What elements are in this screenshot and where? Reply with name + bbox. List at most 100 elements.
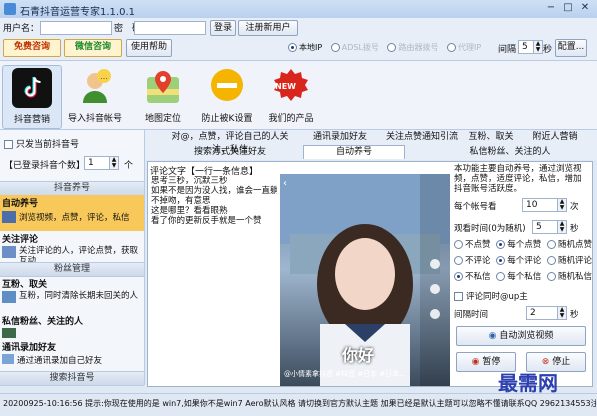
radio-no-comment[interactable]: 不评论 bbox=[454, 256, 491, 266]
section-header-search[interactable]: 搜索抖音号 bbox=[0, 371, 144, 386]
comment-line: 不掉吻，有意思 bbox=[151, 196, 211, 206]
sidebar-item-follow-comment[interactable]: 关注评论 关注评论的人，评论点赞，获取互动 bbox=[0, 231, 144, 266]
feature-import-accounts[interactable]: … 导入抖音帐号 bbox=[66, 65, 124, 127]
username-label: 用户名： bbox=[3, 24, 40, 34]
login-button[interactable]: 登录 bbox=[210, 20, 236, 36]
play-icon: ◉ bbox=[488, 331, 497, 341]
checkbox-label: 评论同时@up主 bbox=[466, 292, 528, 302]
comment-textarea[interactable]: 思考三秒，沉默三秒 如果不是因为没人找，谁会一直躺着 不掉吻，有意思 这是哪里？… bbox=[150, 175, 278, 267]
auto-browse-label: 自动浏览视频 bbox=[499, 331, 554, 341]
feature-douyin-marketing[interactable]: 抖音营销 bbox=[2, 65, 62, 129]
feature-label: 抖音营销 bbox=[13, 115, 50, 125]
status-bar: 20200925-10:16:56 提示:你现在使用的是 win7,如果你不是w… bbox=[0, 393, 597, 416]
comment-line: 思考三秒，沉默三秒 bbox=[151, 176, 228, 186]
interval-time-label: 间隔时间 bbox=[454, 310, 489, 320]
sidebar-item-title: 通讯录加好友 bbox=[2, 343, 57, 353]
watch-time-spinner[interactable]: 5 ▲ ▼ bbox=[532, 220, 567, 234]
settings-desc: 本功能主要自动养号，通过浏览视频，点赞，适度评论，私信，增加抖音账号活跃度。 bbox=[454, 164, 582, 194]
tab-contacts[interactable]: 通讯录加好友 bbox=[310, 131, 370, 144]
spin-arrows-icon[interactable]: ▲ ▼ bbox=[557, 221, 566, 233]
comment-icon bbox=[2, 246, 16, 258]
help-button[interactable]: 使用帮助 bbox=[126, 39, 172, 57]
sidebar-item-mutual-follow[interactable]: 互粉、取关 互粉，同时清除长期未回关的人 bbox=[0, 276, 144, 312]
comment-line: 这是哪里？看看眼熟 bbox=[151, 206, 228, 216]
tab-at-like-comment[interactable]: 对@，点赞，评论自己的人关注、私信 bbox=[165, 131, 295, 155]
maximize-button[interactable]: □ bbox=[561, 2, 575, 14]
section-header-fans[interactable]: 粉丝管理 bbox=[0, 262, 144, 277]
sidebar-item-message-fans[interactable]: 私信粉丝、关注的人 bbox=[0, 313, 144, 339]
tab-message-fans[interactable]: 私信粉丝、关注的人 bbox=[465, 146, 555, 159]
interval-unit: 秒 bbox=[543, 45, 553, 55]
watch-time-label: 观看时间(0为随机) bbox=[454, 224, 526, 234]
spin-arrows-icon[interactable]: ▲ ▼ bbox=[557, 307, 566, 319]
radio-random-message[interactable]: 随机私信 bbox=[546, 272, 592, 282]
radio-no-like[interactable]: 不点赞 bbox=[454, 240, 491, 250]
section-header-nurture[interactable]: 抖音养号 bbox=[0, 181, 144, 196]
video-caption: 你好 bbox=[342, 346, 375, 365]
wechat-consult-label: 微信咨询 bbox=[74, 42, 111, 52]
radio-label: 不点赞 bbox=[465, 240, 491, 250]
sidebar-item-title: 私信粉丝、关注的人 bbox=[2, 317, 84, 327]
feature-label: 防止被K设置 bbox=[201, 114, 253, 124]
checkbox-box bbox=[454, 292, 463, 301]
radio-local-ip[interactable]: 本地IP bbox=[288, 43, 322, 52]
radio-no-message[interactable]: 不私信 bbox=[454, 272, 491, 282]
settings-panel: 本功能主要自动养号，通过浏览视频，点赞，适度评论，私信，增加抖音账号活跃度。 每… bbox=[454, 162, 592, 386]
username-input[interactable] bbox=[40, 21, 112, 35]
free-consult-button[interactable]: 免费咨询 bbox=[3, 39, 61, 57]
feature-label: 我们的产品 bbox=[268, 114, 314, 124]
spin-arrows-icon[interactable]: ▲ ▼ bbox=[533, 41, 542, 53]
interval-spinner[interactable]: 5 ▲ ▼ bbox=[518, 40, 543, 54]
sidebar-item-title: 关注评论 bbox=[2, 235, 39, 245]
wechat-consult-button[interactable]: 微信咨询 bbox=[64, 39, 122, 57]
video-preview[interactable]: 你好 @小情素拿抖音 #抖音 #日本 #日本... ‹ bbox=[280, 174, 450, 386]
sidebar-item-auto-nurture[interactable]: 自动养号 浏览视频，点赞，评论，私信 bbox=[0, 195, 144, 231]
register-button[interactable]: 注册新用户 bbox=[238, 20, 298, 36]
radio-each-comment[interactable]: 每个评论 bbox=[496, 256, 541, 266]
interval-label: 间隔 bbox=[498, 45, 517, 55]
radio-proxy[interactable]: 代理IP bbox=[447, 43, 481, 52]
logged-count-value: 1 bbox=[88, 158, 94, 168]
feature-map-location[interactable]: 地图定位 bbox=[134, 65, 192, 127]
spin-arrows-icon[interactable]: ▲ ▼ bbox=[109, 157, 118, 169]
map-pin-icon bbox=[143, 67, 183, 107]
back-arrow-icon[interactable]: ‹ bbox=[283, 178, 287, 189]
feature-label: 地图定位 bbox=[144, 114, 181, 124]
watch-time-unit: 秒 bbox=[570, 224, 579, 234]
feature-anti-ban[interactable]: 防止被K设置 bbox=[198, 65, 256, 127]
radio-each-message[interactable]: 每个私信 bbox=[496, 272, 541, 282]
new-badge-text: NEW bbox=[275, 82, 296, 91]
checkbox-label: 只发当前抖音号 bbox=[16, 140, 80, 150]
radio-random-comment[interactable]: 随机评论 bbox=[546, 256, 592, 266]
minimize-button[interactable]: − bbox=[544, 2, 558, 14]
tab-mutual[interactable]: 互粉、取关 bbox=[467, 131, 515, 144]
toolbar: 免费咨询 微信咨询 使用帮助 本地IP ADSL拨号 路由器拨号 代理IP 间隔… bbox=[0, 36, 597, 61]
logged-count-spinner[interactable]: 1 ▲ ▼ bbox=[84, 156, 119, 170]
per-account-spinner[interactable]: 10 ▲ ▼ bbox=[522, 198, 567, 212]
radio-random-like[interactable]: 随机点赞 bbox=[546, 240, 592, 250]
sidebar-item-contacts[interactable]: 通讯录加好友 通过通讯录加自己好友 bbox=[0, 339, 144, 369]
radio-dot bbox=[288, 43, 297, 52]
interval-time-spinner[interactable]: 2 ▲ ▼ bbox=[526, 306, 567, 320]
auto-browse-button[interactable]: ◉ 自动浏览视频 bbox=[456, 326, 586, 346]
people-icon bbox=[2, 291, 16, 303]
radio-router[interactable]: 路由器拨号 bbox=[387, 43, 438, 52]
sidebar-item-desc: 通过通讯录加自己好友 bbox=[17, 356, 103, 366]
tab-search-follow[interactable]: 搜索方式关注好友 bbox=[185, 146, 275, 159]
password-input[interactable] bbox=[134, 21, 206, 35]
free-consult-label: 免费咨询 bbox=[13, 42, 50, 52]
watch-time-value: 5 bbox=[536, 222, 542, 232]
tab-nearby[interactable]: 附近人营销 bbox=[527, 131, 583, 144]
radio-adsl[interactable]: ADSL拨号 bbox=[330, 43, 379, 52]
tab-auto-nurture[interactable]: 自动养号 bbox=[303, 145, 405, 159]
feature-our-products[interactable]: NEW 我们的产品 bbox=[262, 65, 320, 127]
spin-arrows-icon[interactable]: ▲ ▼ bbox=[557, 199, 566, 211]
at-up-checkbox[interactable]: 评论同时@up主 bbox=[454, 290, 528, 302]
only-current-checkbox[interactable]: 只发当前抖音号 bbox=[4, 137, 79, 150]
radio-each-like[interactable]: 每个点赞 bbox=[496, 240, 541, 250]
tab-follow-notify[interactable]: 关注点赞通知引流 bbox=[383, 131, 461, 144]
login-row: 用户名： 密 码： 登录 注册新用户 bbox=[0, 18, 597, 36]
config-button[interactable]: 配置... bbox=[555, 39, 587, 57]
radio-label: 随机评论 bbox=[557, 256, 592, 266]
close-button[interactable]: ✕ bbox=[578, 2, 592, 14]
